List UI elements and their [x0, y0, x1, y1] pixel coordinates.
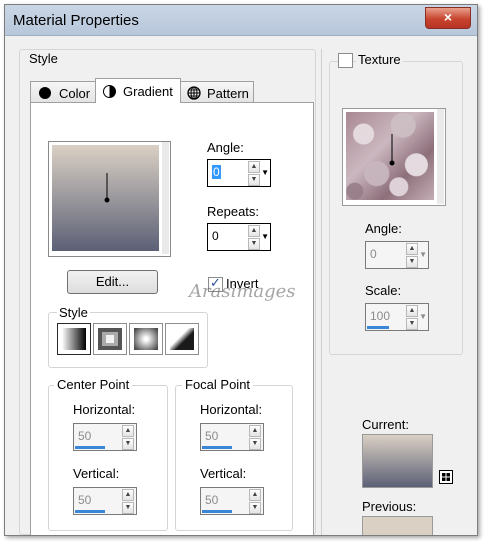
- texture-scale-level-bar: [367, 326, 389, 329]
- radial-style-button[interactable]: [165, 323, 199, 355]
- center-horizontal-spinner[interactable]: 50 ▲ ▼: [73, 423, 137, 451]
- angle-arrows[interactable]: ▲ ▼: [248, 161, 260, 186]
- tab-gradient[interactable]: Gradient: [95, 78, 181, 103]
- focal-vertical-value[interactable]: 50: [205, 493, 218, 507]
- center-horizontal-up-arrow-icon[interactable]: ▲: [122, 425, 134, 437]
- center-horizontal-value[interactable]: 50: [78, 429, 91, 443]
- black-circle-icon: [39, 87, 51, 99]
- texture-scale-dropdown-icon[interactable]: ▼: [419, 312, 427, 321]
- center-vertical-label: Vertical:: [73, 466, 120, 481]
- center-vertical-level-bar: [75, 510, 105, 513]
- tab-gradient-label: Gradient: [123, 84, 173, 99]
- focal-horizontal-spinner[interactable]: 50 ▲ ▼: [200, 423, 264, 451]
- texture-preview[interactable]: [342, 108, 446, 206]
- previous-material-swatch[interactable]: [362, 516, 433, 535]
- focal-vertical-label: Vertical:: [200, 466, 247, 481]
- repeats-label: Repeats:: [207, 204, 260, 219]
- texture-angle-value[interactable]: 0: [370, 247, 377, 261]
- repeats-down-arrow-icon[interactable]: ▼: [248, 238, 260, 250]
- texture-angle-dropdown-icon[interactable]: ▼: [419, 250, 427, 259]
- focal-vertical-up-arrow-icon[interactable]: ▲: [249, 489, 261, 501]
- repeats-spinner[interactable]: 0 ▲ ▼ ▼: [207, 223, 271, 251]
- current-material-swatch[interactable]: [362, 434, 433, 488]
- tab-color-label: Color: [59, 86, 91, 101]
- texture-label: Texture: [356, 52, 403, 67]
- center-vertical-up-arrow-icon[interactable]: ▲: [122, 489, 134, 501]
- angle-value[interactable]: 0: [212, 165, 221, 179]
- repeats-value[interactable]: 0: [212, 229, 219, 243]
- edit-button[interactable]: Edit...: [67, 270, 158, 294]
- texture-angle-spinner[interactable]: 0 ▲ ▼ ▼: [365, 241, 429, 269]
- focal-horizontal-down-arrow-icon[interactable]: ▼: [249, 438, 261, 450]
- sunburst-gradient-icon: [134, 328, 158, 350]
- focal-vertical-arrows[interactable]: ▲ ▼: [249, 489, 261, 514]
- focal-vertical-down-arrow-icon[interactable]: ▼: [249, 502, 261, 514]
- texture-scale-up-arrow-icon[interactable]: ▲: [406, 305, 418, 317]
- focal-horizontal-arrows[interactable]: ▲ ▼: [249, 425, 261, 450]
- center-vertical-spinner[interactable]: 50 ▲ ▼: [73, 487, 137, 515]
- texture-scale-spinner[interactable]: 100 ▲ ▼ ▼: [365, 303, 429, 331]
- tab-pattern-label: Pattern: [207, 86, 249, 101]
- repeats-up-arrow-icon[interactable]: ▲: [248, 225, 260, 237]
- focal-horizontal-level-bar: [202, 446, 232, 449]
- texture-checkbox[interactable]: [338, 53, 353, 68]
- center-horizontal-label: Horizontal:: [73, 402, 136, 417]
- angle-dropdown-icon[interactable]: ▼: [261, 168, 269, 177]
- gradient-preview-scrollbar[interactable]: [162, 142, 169, 254]
- center-vertical-value[interactable]: 50: [78, 493, 91, 507]
- texture-angle-arrows[interactable]: ▲ ▼: [406, 243, 418, 268]
- texture-scale-label: Scale:: [365, 283, 402, 298]
- linear-style-button[interactable]: [57, 323, 91, 355]
- center-horizontal-down-arrow-icon[interactable]: ▼: [122, 438, 134, 450]
- globe-grid-icon: [187, 86, 201, 100]
- watermark: Arasimages: [189, 281, 296, 302]
- window-title: Material Properties: [13, 12, 139, 29]
- texture-angle-handle-icon[interactable]: [346, 112, 434, 200]
- angle-down-arrow-icon[interactable]: ▼: [248, 174, 260, 186]
- tab-pattern[interactable]: Pattern: [180, 81, 254, 103]
- center-point-label: Center Point: [54, 377, 133, 392]
- focal-vertical-spinner[interactable]: 50 ▲ ▼: [200, 487, 264, 515]
- rectangular-style-button[interactable]: [93, 323, 127, 355]
- linear-gradient-icon: [62, 328, 86, 350]
- angle-spinner[interactable]: 0 ▲ ▼ ▼: [207, 159, 271, 187]
- gradient-preview[interactable]: [48, 141, 171, 257]
- half-circle-icon: [103, 85, 116, 98]
- repeats-arrows[interactable]: ▲ ▼: [248, 225, 260, 250]
- gradient-style-label: Style: [57, 305, 90, 320]
- swap-grid-icon[interactable]: [439, 470, 453, 484]
- material-properties-window: Material Properties × Style Color Gradie…: [4, 4, 478, 536]
- rectangular-gradient-icon: [98, 328, 122, 350]
- repeats-dropdown-icon[interactable]: ▼: [261, 232, 269, 241]
- focal-point-label: Focal Point: [182, 377, 254, 392]
- angle-label: Angle:: [207, 140, 244, 155]
- style-group-label: Style: [29, 51, 58, 66]
- close-button[interactable]: ×: [425, 7, 471, 29]
- panel-separator: [321, 49, 322, 535]
- angle-handle-icon[interactable]: [52, 145, 159, 251]
- focal-horizontal-up-arrow-icon[interactable]: ▲: [249, 425, 261, 437]
- focal-horizontal-value[interactable]: 50: [205, 429, 218, 443]
- texture-angle-label: Angle:: [365, 221, 402, 236]
- tab-color[interactable]: Color: [30, 81, 96, 103]
- close-icon: ×: [443, 9, 453, 25]
- current-label: Current:: [362, 417, 409, 432]
- title-bar[interactable]: Material Properties ×: [5, 5, 477, 36]
- radial-gradient-icon: [170, 328, 194, 350]
- previous-label: Previous:: [362, 499, 417, 514]
- angle-up-arrow-icon[interactable]: ▲: [248, 161, 260, 173]
- texture-scale-value[interactable]: 100: [370, 309, 390, 323]
- texture-scale-arrows[interactable]: ▲ ▼: [406, 305, 418, 330]
- sunburst-style-button[interactable]: [129, 323, 163, 355]
- texture-angle-down-arrow-icon[interactable]: ▼: [406, 256, 418, 268]
- center-vertical-arrows[interactable]: ▲ ▼: [122, 489, 134, 514]
- focal-horizontal-label: Horizontal:: [200, 402, 263, 417]
- center-horizontal-level-bar: [75, 446, 105, 449]
- center-vertical-down-arrow-icon[interactable]: ▼: [122, 502, 134, 514]
- center-horizontal-arrows[interactable]: ▲ ▼: [122, 425, 134, 450]
- texture-scale-down-arrow-icon[interactable]: ▼: [406, 318, 418, 330]
- texture-angle-up-arrow-icon[interactable]: ▲: [406, 243, 418, 255]
- focal-vertical-level-bar: [202, 510, 232, 513]
- texture-preview-scrollbar[interactable]: [437, 109, 444, 204]
